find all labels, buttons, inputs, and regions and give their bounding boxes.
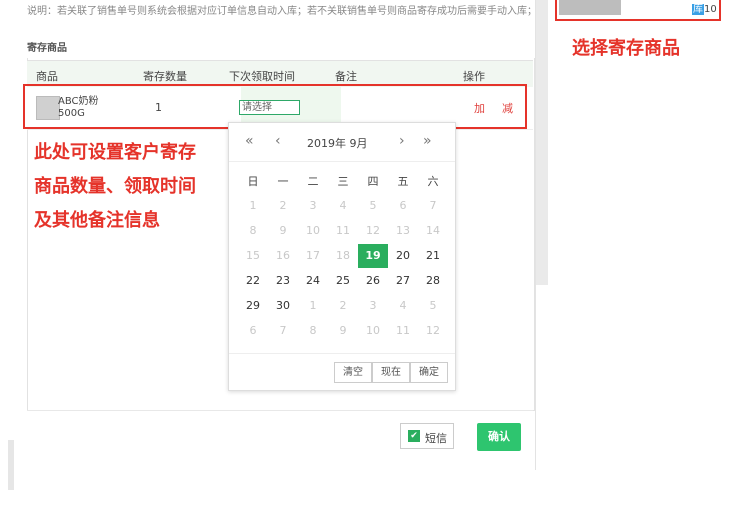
day-cell[interactable]: 6 <box>388 199 418 212</box>
header-remark: 备注 <box>335 70 357 83</box>
day-cell[interactable]: 25 <box>328 274 358 287</box>
day-cell[interactable]: 7 <box>418 199 448 212</box>
day-cell[interactable]: 18 <box>328 249 358 262</box>
day-cell[interactable]: 1 <box>298 299 328 312</box>
confirm-button[interactable]: 确认 <box>477 423 521 451</box>
weekday-label: 六 <box>427 175 439 188</box>
annotation-left-line1: 此处可设置客户寄存 <box>34 142 196 163</box>
now-button[interactable]: 现在 <box>372 362 410 383</box>
ok-button[interactable]: 确定 <box>410 362 448 383</box>
footer-divider <box>27 410 533 411</box>
date-picker-header: « ‹ 2019年 9月 › » <box>229 123 455 162</box>
header-next-pickup: 下次领取时间 <box>229 70 295 83</box>
day-cell[interactable]: 17 <box>298 249 328 262</box>
day-cell[interactable]: 1 <box>238 199 268 212</box>
day-cell[interactable]: 11 <box>388 324 418 337</box>
instruction-note: 说明：若关联了销售单号则系统会根据对应订单信息自动入库；若不关联销售单号则商品寄… <box>27 6 537 17</box>
day-cell[interactable]: 29 <box>238 299 268 312</box>
day-cell-selected[interactable]: 19 <box>358 244 388 268</box>
day-cell[interactable]: 3 <box>298 199 328 212</box>
day-cell[interactable]: 4 <box>328 199 358 212</box>
day-cell[interactable]: 4 <box>388 299 418 312</box>
day-cell[interactable]: 9 <box>268 224 298 237</box>
day-cell[interactable]: 28 <box>418 274 448 287</box>
header-action: 操作 <box>463 70 485 83</box>
clear-button[interactable]: 清空 <box>334 362 372 383</box>
annotation-left-line2: 商品数量、领取时间 <box>34 176 196 197</box>
sms-checkbox[interactable]: ✔ 短信 <box>400 423 454 449</box>
header-quantity: 寄存数量 <box>143 70 187 83</box>
check-icon: ✔ <box>408 430 420 442</box>
day-cell[interactable]: 5 <box>418 299 448 312</box>
next-month-icon[interactable]: › <box>399 133 405 149</box>
weekday-label: 五 <box>397 175 409 188</box>
scroll-edge <box>8 440 14 490</box>
day-cell[interactable]: 11 <box>328 224 358 237</box>
section-title: 寄存商品 <box>27 43 67 54</box>
day-cell[interactable]: 16 <box>268 249 298 262</box>
day-cell[interactable]: 7 <box>268 324 298 337</box>
day-cell[interactable]: 12 <box>418 324 448 337</box>
annotation-left-line3: 及其他备注信息 <box>34 210 160 231</box>
day-cell[interactable]: 26 <box>358 274 388 287</box>
day-cell[interactable]: 24 <box>298 274 328 287</box>
header-product: 商品 <box>36 70 58 83</box>
weekday-label: 四 <box>367 175 379 188</box>
day-cell[interactable]: 8 <box>238 224 268 237</box>
day-cell[interactable]: 14 <box>418 224 448 237</box>
next-year-icon[interactable]: » <box>423 133 432 149</box>
sms-label: 短信 <box>425 432 447 445</box>
weekday-label: 一 <box>277 175 289 188</box>
day-cell[interactable]: 6 <box>238 324 268 337</box>
weekday-label: 二 <box>307 175 319 188</box>
scroll-edge-right <box>536 0 548 285</box>
prev-year-icon[interactable]: « <box>245 133 254 149</box>
day-cell[interactable]: 22 <box>238 274 268 287</box>
day-cell[interactable]: 2 <box>328 299 358 312</box>
day-cell[interactable]: 23 <box>268 274 298 287</box>
day-cell[interactable]: 15 <box>238 249 268 262</box>
annotation-right: 选择寄存商品 <box>572 38 680 59</box>
day-cell[interactable]: 30 <box>268 299 298 312</box>
prev-month-icon[interactable]: ‹ <box>275 133 281 149</box>
day-cell[interactable]: 8 <box>298 324 328 337</box>
weekday-label: 三 <box>337 175 349 188</box>
day-cell[interactable]: 27 <box>388 274 418 287</box>
table-header: 商品 寄存数量 下次领取时间 备注 操作 <box>27 60 533 87</box>
day-cell[interactable]: 20 <box>388 249 418 262</box>
highlight-product-box <box>555 0 721 21</box>
day-cell[interactable]: 9 <box>328 324 358 337</box>
date-picker-footer: 清空 现在 确定 <box>229 353 455 391</box>
day-cell[interactable]: 5 <box>358 199 388 212</box>
day-cell[interactable]: 13 <box>388 224 418 237</box>
day-cell[interactable]: 12 <box>358 224 388 237</box>
weekday-label: 日 <box>247 175 259 188</box>
day-cell[interactable]: 10 <box>358 324 388 337</box>
date-picker: « ‹ 2019年 9月 › » 日一二三四五六 1 2 3 4 5 6 7 8 9 10 11 12… <box>228 122 456 391</box>
month-title: 2019年 9月 <box>307 137 368 150</box>
day-cell[interactable]: 21 <box>418 249 448 262</box>
day-cell[interactable]: 2 <box>268 199 298 212</box>
annotation-left: 此处可设置客户寄存 商品数量、领取时间 及其他备注信息 <box>34 136 234 238</box>
day-cell[interactable]: 3 <box>358 299 388 312</box>
day-cell[interactable]: 10 <box>298 224 328 237</box>
